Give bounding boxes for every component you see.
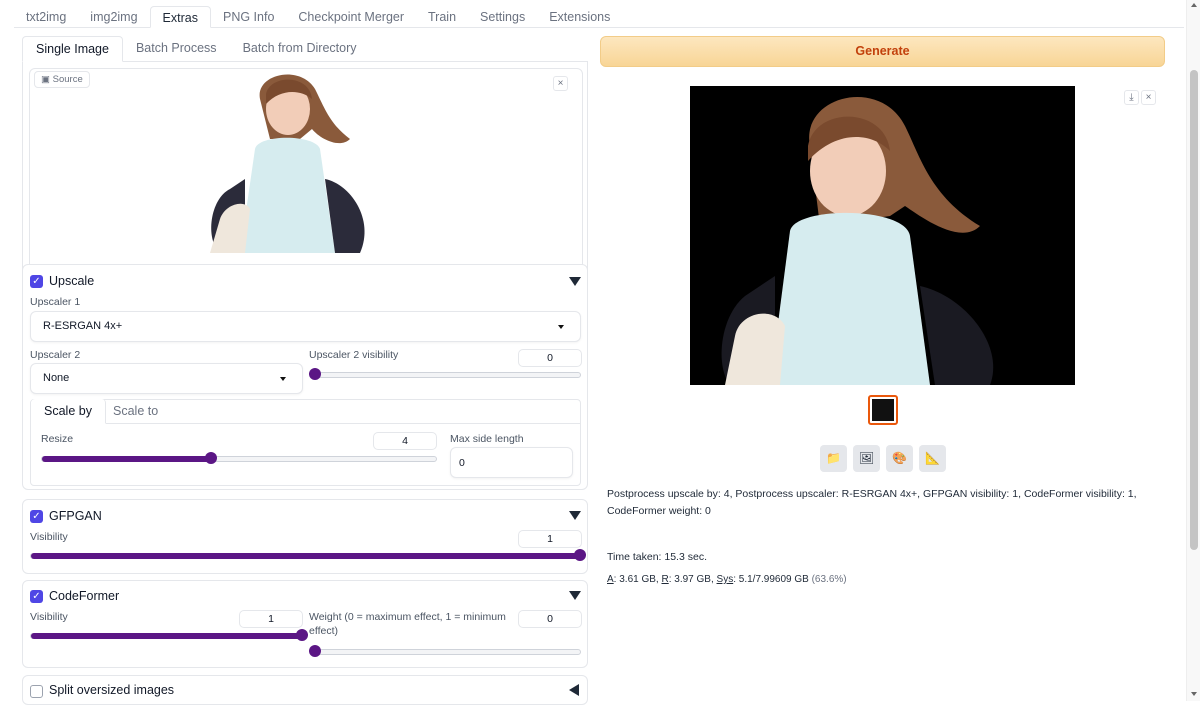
source-image-drop[interactable]: ▣ Source × bbox=[29, 68, 583, 286]
output-gallery: ⤓ × bbox=[606, 86, 1160, 431]
codeformer-checkbox[interactable]: ✓ bbox=[30, 590, 43, 603]
extras-input-column: Single Image Batch Process Batch from Di… bbox=[22, 36, 588, 294]
memory-usage: A: 3.61 GB, R: 3.97 GB, Sys: 5.1/7.99609… bbox=[607, 574, 847, 585]
chevron-down-icon bbox=[558, 325, 564, 329]
tab-extras[interactable]: Extras bbox=[149, 6, 211, 28]
tab-train[interactable]: Train bbox=[416, 6, 468, 28]
upscaler2-visibility-label: Upscaler 2 visibility bbox=[309, 349, 399, 361]
chevron-down-icon bbox=[280, 377, 286, 381]
collapse-triangle-icon[interactable] bbox=[569, 511, 581, 520]
close-icon[interactable]: × bbox=[1141, 90, 1156, 105]
codeformer-title: CodeFormer bbox=[49, 589, 120, 603]
gfpgan-title: GFPGAN bbox=[49, 509, 102, 523]
tab-txt2img[interactable]: txt2img bbox=[14, 6, 78, 28]
scroll-down-icon[interactable] bbox=[1191, 692, 1197, 696]
scale-box: Scale by Scale to Resize 4 Max side leng… bbox=[30, 399, 581, 486]
download-icon[interactable]: ⤓ bbox=[1124, 90, 1139, 105]
main-tabs: txt2img img2img Extras PNG Info Checkpoi… bbox=[14, 6, 1184, 28]
codeformer-weight-slider[interactable] bbox=[309, 645, 581, 657]
expand-triangle-icon[interactable] bbox=[569, 684, 579, 696]
generate-button[interactable]: Generate bbox=[600, 36, 1165, 67]
source-image bbox=[210, 74, 365, 253]
generation-info: Postprocess upscale by: 4, Postprocess u… bbox=[607, 488, 1137, 517]
tab-batch-process[interactable]: Batch Process bbox=[123, 36, 230, 61]
gfpgan-checkbox[interactable]: ✓ bbox=[30, 510, 43, 523]
tab-scale-by[interactable]: Scale by bbox=[31, 399, 106, 424]
codeformer-visibility-input[interactable]: 1 bbox=[239, 610, 303, 628]
max-side-length-label: Max side length bbox=[450, 433, 524, 445]
resize-label: Resize bbox=[41, 433, 74, 445]
gfpgan-visibility-label: Visibility bbox=[30, 531, 68, 543]
upscaler1-dropdown[interactable]: R-ESRGAN 4x+ bbox=[30, 311, 581, 342]
max-side-length-input[interactable]: 0 bbox=[450, 447, 573, 478]
source-panel: ▣ Source × bbox=[22, 62, 588, 294]
tab-batch-from-directory[interactable]: Batch from Directory bbox=[230, 36, 370, 61]
image-icon[interactable]: 🖼 bbox=[853, 445, 880, 472]
resize-slider[interactable] bbox=[41, 452, 437, 464]
upscaler2-visibility-slider[interactable] bbox=[309, 368, 581, 380]
resize-input[interactable]: 4 bbox=[373, 432, 437, 450]
codeformer-weight-label: Weight (0 = maximum effect, 1 = minimum … bbox=[309, 611, 506, 637]
gfpgan-panel: ✓ GFPGAN Visibility 1 bbox=[22, 499, 588, 574]
image-icon: ▣ bbox=[41, 74, 53, 85]
page-scrollbar[interactable] bbox=[1186, 0, 1200, 701]
upscale-title: Upscale bbox=[49, 274, 95, 288]
scroll-up-icon[interactable] bbox=[1191, 3, 1197, 7]
input-mode-tabs: Single Image Batch Process Batch from Di… bbox=[22, 36, 588, 62]
upscale-panel: ✓ Upscale Upscaler 1 R-ESRGAN 4x+ Upscal… bbox=[22, 264, 588, 490]
upscaler1-label: Upscaler 1 bbox=[30, 296, 81, 308]
tab-settings[interactable]: Settings bbox=[468, 6, 537, 28]
collapse-triangle-icon[interactable] bbox=[569, 277, 581, 286]
ruler-icon[interactable]: 📐 bbox=[919, 445, 946, 472]
clear-source-button[interactable]: × bbox=[553, 76, 568, 91]
tab-scale-to[interactable]: Scale to bbox=[109, 399, 162, 423]
codeformer-weight-input[interactable]: 0 bbox=[518, 610, 582, 628]
output-image[interactable] bbox=[690, 86, 1075, 385]
upscaler2-dropdown[interactable]: None bbox=[30, 363, 303, 394]
gallery-thumbnail[interactable] bbox=[868, 395, 898, 425]
time-taken: Time taken: 15.3 sec. bbox=[607, 551, 707, 563]
upscale-checkbox[interactable]: ✓ bbox=[30, 275, 43, 288]
upscaler2-label: Upscaler 2 bbox=[30, 349, 81, 361]
scroll-thumb[interactable] bbox=[1190, 70, 1198, 550]
collapse-triangle-icon[interactable] bbox=[569, 591, 581, 600]
codeformer-panel: ✓ CodeFormer Visibility 1 Weight (0 = ma… bbox=[22, 580, 588, 668]
tab-single-image[interactable]: Single Image bbox=[22, 36, 123, 62]
split-oversized-title: Split oversized images bbox=[49, 683, 175, 697]
tab-extensions[interactable]: Extensions bbox=[537, 6, 622, 28]
tab-png-info[interactable]: PNG Info bbox=[211, 6, 286, 28]
codeformer-visibility-label: Visibility bbox=[30, 611, 68, 623]
upscaler2-visibility-input[interactable]: 0 bbox=[518, 349, 582, 367]
tab-img2img[interactable]: img2img bbox=[78, 6, 149, 28]
tab-checkpoint-merger[interactable]: Checkpoint Merger bbox=[286, 6, 416, 28]
split-oversized-checkbox[interactable] bbox=[30, 685, 43, 698]
source-label: ▣ Source bbox=[34, 71, 90, 88]
folder-icon[interactable]: 📁 bbox=[820, 445, 847, 472]
gfpgan-visibility-input[interactable]: 1 bbox=[518, 530, 582, 548]
gfpgan-visibility-slider[interactable] bbox=[30, 549, 586, 561]
codeformer-visibility-slider[interactable] bbox=[30, 629, 308, 641]
palette-icon[interactable]: 🎨 bbox=[886, 445, 913, 472]
